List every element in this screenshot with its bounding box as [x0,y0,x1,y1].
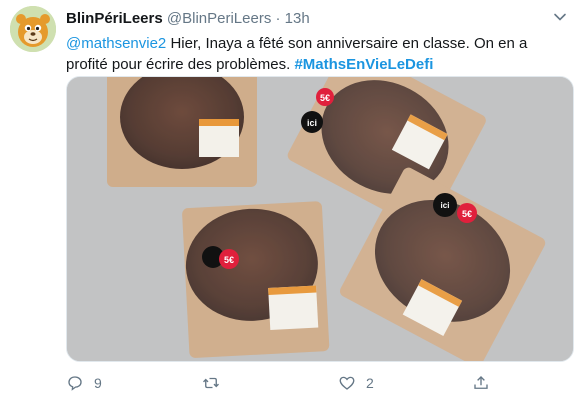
hashtag-link[interactable]: #MathsEnVieLeDefi [294,56,433,73]
separator-dot: · [275,10,281,27]
retweet-icon [203,377,219,389]
like-count: 2 [366,375,374,391]
like-icon [339,376,355,390]
ici-sticker-text: ici [307,118,317,128]
timestamp[interactable]: 13h [285,10,310,27]
tweet-header: BlinPériLeers @BlinPeriLeers · 13h [66,10,310,27]
reply-button[interactable]: 9 [66,374,102,392]
avatar[interactable] [10,6,56,52]
user-handle[interactable]: @BlinPeriLeers [167,10,271,27]
price-sticker-text: 5€ [320,93,330,103]
share-icon [474,376,488,389]
reply-count: 9 [94,375,102,391]
reply-icon [68,376,82,391]
retweet-button[interactable] [202,374,230,392]
share-button[interactable] [472,374,490,392]
ici-sticker-3-text: ici [441,201,450,210]
cake-box-bottom-left [182,201,330,358]
tweet-photo[interactable]: 5€ ici 5€ ici 5€ [66,76,574,362]
price-sticker-3-text: 5€ [462,209,472,219]
mention-link[interactable]: @mathsenvie2 [66,35,166,52]
tweet-actions: 9 2 [66,374,566,394]
chevron-down-icon[interactable] [553,10,567,24]
like-button[interactable]: 2 [338,374,374,392]
tweet-text: @mathsenvie2 Hier, Inaya a fêté son anni… [66,33,566,75]
price-sticker-2-text: 5€ [224,255,234,265]
cakes-photo: 5€ ici 5€ ici 5€ [67,77,573,361]
cake-box-top-left [107,77,257,187]
display-name[interactable]: BlinPériLeers [66,10,163,27]
